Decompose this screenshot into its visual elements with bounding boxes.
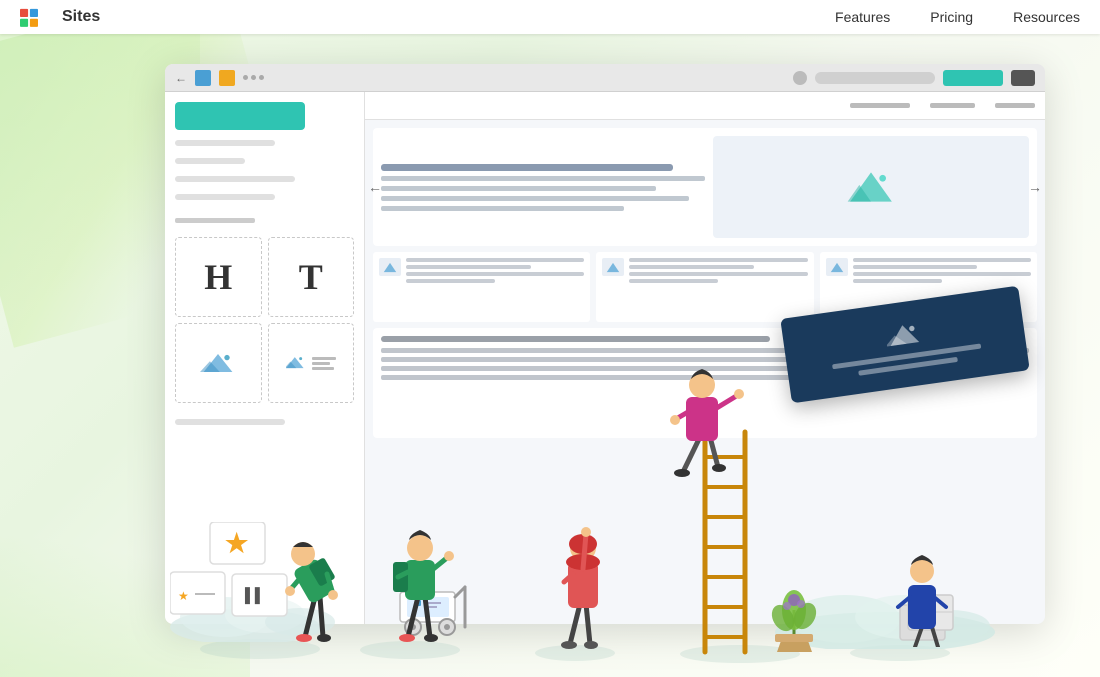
text-icon: T <box>299 256 323 298</box>
browser-address-bar <box>815 72 935 84</box>
card-img-1 <box>379 258 401 276</box>
ground-shadow-2 <box>360 641 460 659</box>
hero-background: ← <box>0 34 1100 677</box>
sidebar-bar-3 <box>175 176 295 182</box>
card-mountain-icon-1 <box>383 262 397 273</box>
zoho-logo-icon <box>20 7 56 27</box>
widget-heading-card[interactable]: H <box>175 237 262 317</box>
mountain-icon <box>200 349 236 377</box>
person-5-icon <box>870 537 960 647</box>
browser-chrome: ← <box>165 64 1045 92</box>
big-card-mountain-icon <box>884 318 924 351</box>
browser-dots <box>243 75 264 80</box>
brand-name: Sites <box>62 8 100 26</box>
sidebar-section-divider <box>175 218 255 223</box>
browser-teal-button <box>943 70 1003 86</box>
hero-sub-bar-1 <box>381 176 705 181</box>
browser-dot-2 <box>251 75 256 80</box>
hero-text-area <box>381 136 705 238</box>
nav-pricing[interactable]: Pricing <box>930 9 973 25</box>
card-bar-2c <box>629 272 807 276</box>
svg-text:★: ★ <box>178 589 189 603</box>
hero-sub-bar-2 <box>381 186 656 191</box>
widget-grid: H T <box>175 237 354 403</box>
card-text-2 <box>629 258 807 283</box>
navbar: Sites Features Pricing Resources <box>0 0 1100 34</box>
card-bar-2b <box>629 265 754 269</box>
person-3-icon <box>548 494 618 649</box>
hero-sub-bar-3 <box>381 196 689 201</box>
card-text-3 <box>853 258 1031 283</box>
hero-content-section: ← → <box>373 128 1037 246</box>
widget-text-card[interactable]: T <box>268 237 355 317</box>
browser-dot-1 <box>243 75 248 80</box>
card-bar-3c <box>853 272 1031 276</box>
card-bar-3b <box>853 265 978 269</box>
hero-image-area <box>713 136 1029 238</box>
card-bar-3d <box>853 279 942 283</box>
card-bar-1c <box>406 272 584 276</box>
card-bar-3a <box>853 258 1031 262</box>
card-img-3 <box>826 258 848 276</box>
ground-shadow-1 <box>200 639 320 659</box>
sidebar-action-btn <box>175 102 305 130</box>
card-bar-2a <box>629 258 807 262</box>
browser-tab-blue <box>195 70 211 86</box>
feature-card-2 <box>596 252 813 322</box>
hero-mountain-icon <box>846 167 896 207</box>
image-text-icon <box>286 354 308 372</box>
carousel-left-arrow[interactable]: ← <box>368 179 382 195</box>
carousel-right-arrow[interactable]: → <box>1028 179 1042 195</box>
topbar-bar-3 <box>995 103 1035 108</box>
browser-back-icon: ← <box>175 71 187 85</box>
widget-image-text-card[interactable] <box>268 323 355 403</box>
card-bar-1b <box>406 265 531 269</box>
person-4-icon <box>658 357 758 477</box>
card-img-2 <box>602 258 624 276</box>
plant-icon <box>767 590 822 655</box>
sidebar-bar-2 <box>175 158 245 164</box>
card-bar-1d <box>406 279 495 283</box>
browser-circle-icon <box>793 71 807 85</box>
sidebar-bar-5 <box>175 419 285 425</box>
card-bar-2d <box>629 279 718 283</box>
widget-image-card[interactable] <box>175 323 262 403</box>
topbar-bar-1 <box>850 103 910 108</box>
hero-title-bar <box>381 164 673 171</box>
bottom-title-bar <box>381 336 770 342</box>
bottom-bar-4 <box>381 375 835 380</box>
heading-icon: H <box>204 256 232 298</box>
card-text-1 <box>406 258 584 283</box>
browser-dot-3 <box>259 75 264 80</box>
browser-tab-yellow <box>219 70 235 86</box>
nav-resources[interactable]: Resources <box>1013 9 1080 25</box>
sidebar-bar-1 <box>175 140 275 146</box>
hero-sub-bar-4 <box>381 206 624 211</box>
logo-container: Sites <box>20 7 100 27</box>
sidebar-bar-4 <box>175 194 275 200</box>
feature-card-1 <box>373 252 590 322</box>
nav-links-container: Features Pricing Resources <box>835 9 1080 25</box>
svg-text:▐▐: ▐▐ <box>240 587 260 605</box>
topbar-bar-2 <box>930 103 975 108</box>
person-2-icon <box>380 502 460 642</box>
nav-features[interactable]: Features <box>835 9 890 25</box>
svg-text:★: ★ <box>225 528 249 558</box>
browser-dark-button <box>1011 70 1035 86</box>
card-bar-1a <box>406 258 584 262</box>
card-mountain-icon-3 <box>830 262 844 273</box>
person-1-icon <box>275 512 355 642</box>
card-mountain-icon-2 <box>606 262 620 273</box>
main-topbar <box>365 92 1045 120</box>
